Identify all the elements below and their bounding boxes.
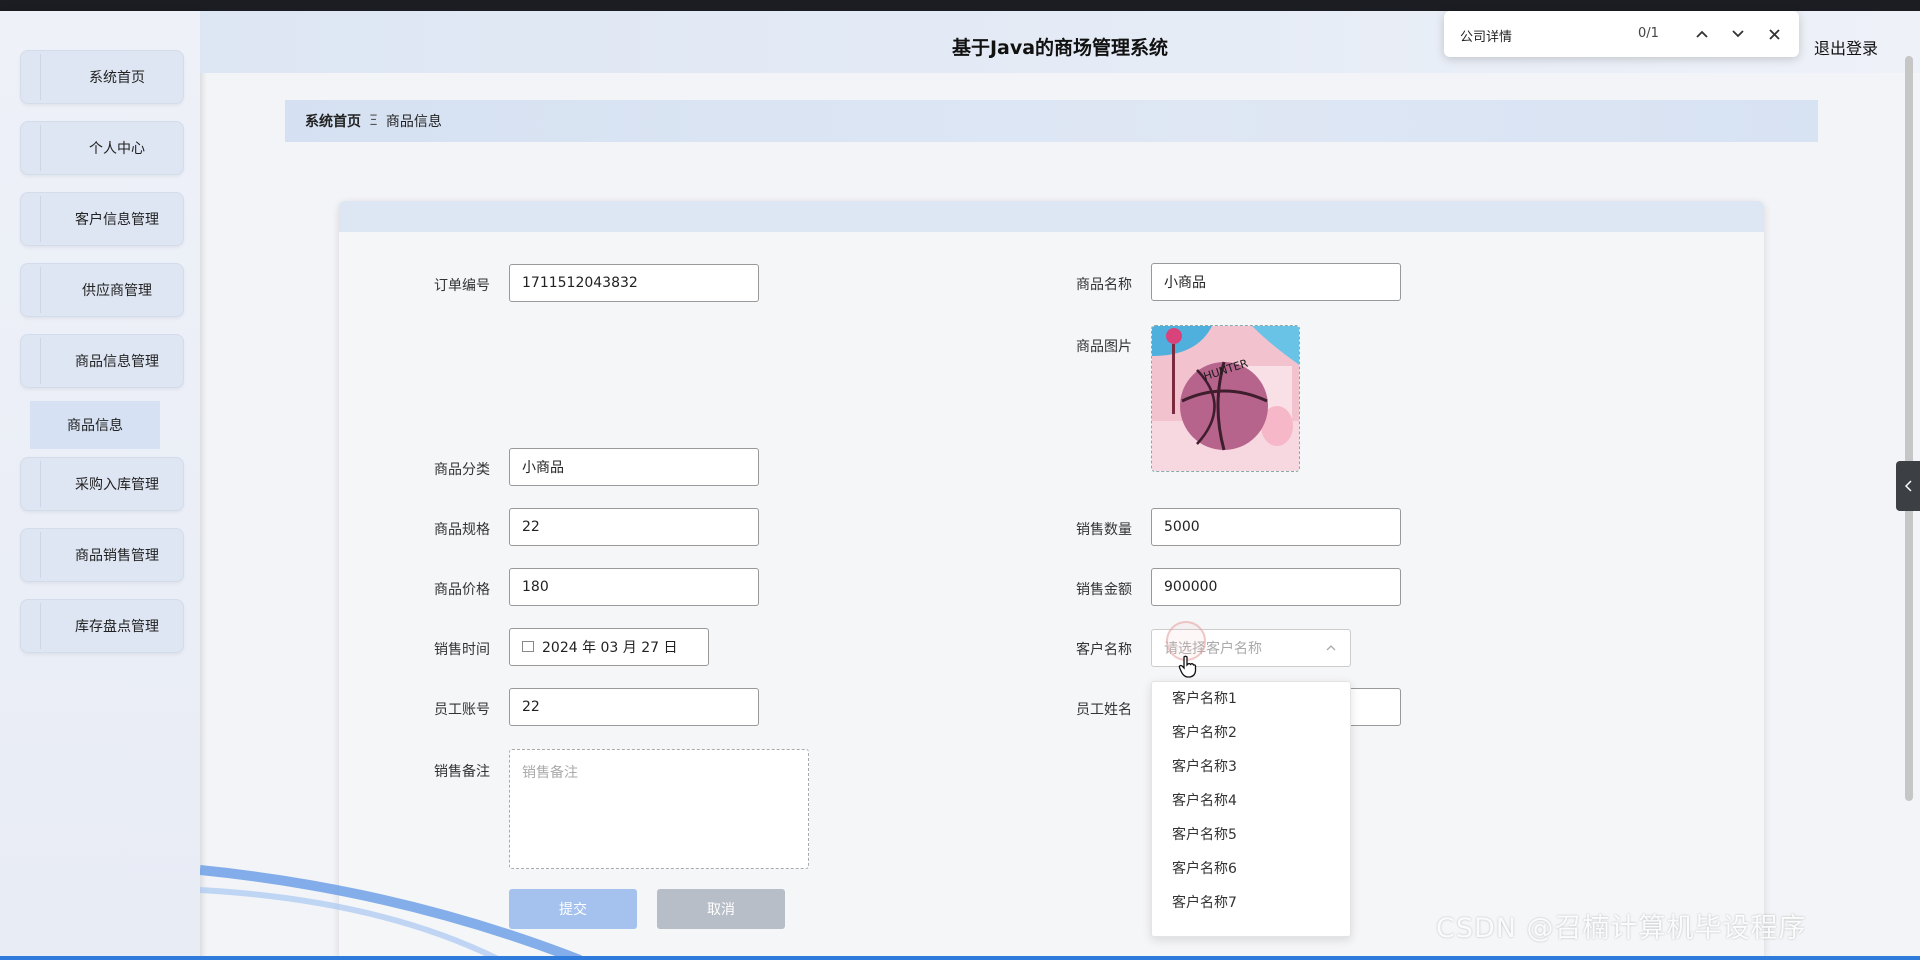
window-top-bar [0,0,1920,11]
bottom-accent-line [0,956,1920,960]
sales-time-label: 销售时间 [434,642,490,658]
sales-time-value: 2024 年 03 月 27 日 [542,640,678,656]
sales-time-picker[interactable]: 2024 年 03 月 27 日 [509,628,709,666]
dropdown-option[interactable]: 客户名称2 [1152,716,1350,750]
price-input[interactable]: 180 [509,568,759,606]
sidebar: 系统首页 个人中心 客户信息管理 供应商管理 商品信息管理 商品信息 采购入库管… [0,11,200,960]
remark-textarea[interactable]: 销售备注 [509,749,809,869]
employee-name-label: 员工姓名 [1076,702,1132,718]
logout-link[interactable]: 退出登录 [1814,35,1878,59]
close-icon[interactable] [1762,22,1786,46]
collapse-panel-tab[interactable] [1896,461,1920,511]
breadcrumb-current: 商品信息 [385,114,442,130]
sales-amount-label: 销售金额 [1076,582,1132,598]
sales-qty-label: 销售数量 [1076,522,1132,538]
sidebar-item-label: 采购入库管理 [75,477,159,493]
dropdown-option[interactable]: 客户名称5 [1152,818,1350,852]
dropdown-option[interactable]: 客户名称3 [1152,750,1350,784]
category-label: 商品分类 [434,462,490,478]
category-input[interactable]: 小商品 [509,448,759,486]
order-no-label: 订单编号 [434,278,490,294]
customer-dropdown: 客户名称1 客户名称2 客户名称3 客户名称4 客户名称5 客户名称6 客户名称… [1151,681,1351,937]
sidebar-item-purchase[interactable]: 采购入库管理 [20,457,184,511]
calendar-icon [522,640,534,652]
card-header [339,201,1764,232]
sidebar-item-label: 客户信息管理 [75,212,159,228]
find-match-count: 0/1 [1638,26,1659,41]
chevron-up-icon [1326,640,1336,654]
breadcrumb-separator-icon: Ξ [369,113,378,129]
product-name-input[interactable]: 小商品 [1151,263,1401,301]
sidebar-item-profile[interactable]: 个人中心 [20,121,184,175]
find-input[interactable]: 公司详情 [1460,26,1512,45]
sidebar-item-inventory[interactable]: 库存盘点管理 [20,599,184,653]
price-label: 商品价格 [434,582,490,598]
customer-name-label: 客户名称 [1076,642,1132,658]
sales-amount-input[interactable]: 900000 [1151,568,1401,606]
product-image[interactable]: HUNTER [1151,325,1300,472]
chevron-down-icon[interactable] [1726,22,1750,46]
submit-button[interactable]: 提交 [509,889,637,929]
chevron-left-icon [1904,480,1912,492]
sidebar-item-products[interactable]: 商品信息管理 [20,334,184,388]
sidebar-item-label: 商品信息管理 [75,354,159,370]
dropdown-option[interactable]: 客户名称1 [1152,682,1350,716]
sidebar-item-label: 库存盘点管理 [75,619,159,635]
dropdown-option[interactable]: 客户名称6 [1152,852,1350,886]
product-name-label: 商品名称 [1076,277,1132,293]
sidebar-item-label: 个人中心 [89,141,145,157]
employee-account-input[interactable]: 22 [509,688,759,726]
dropdown-option[interactable]: 客户名称7 [1152,886,1350,920]
order-no-input[interactable]: 1711512043832 [509,264,759,302]
sidebar-item-label: 系统首页 [89,70,145,86]
breadcrumb: 系统首页 Ξ 商品信息 [285,100,1818,142]
sidebar-item-home[interactable]: 系统首页 [20,50,184,104]
sidebar-item-label: 供应商管理 [82,283,152,299]
cancel-button[interactable]: 取消 [657,889,785,929]
sidebar-item-sales[interactable]: 商品销售管理 [20,528,184,582]
spec-label: 商品规格 [434,522,490,538]
find-bar: 公司详情 0/1 [1444,11,1799,57]
remark-label: 销售备注 [434,764,490,780]
watermark: CSDN @召楠计算机毕设程序 [1436,913,1807,944]
breadcrumb-home[interactable]: 系统首页 [305,111,361,131]
sales-qty-input[interactable]: 5000 [1151,508,1401,546]
dropdown-option[interactable]: 客户名称4 [1152,784,1350,818]
sidebar-subitem-product-info[interactable]: 商品信息 [30,401,160,449]
sidebar-item-suppliers[interactable]: 供应商管理 [20,263,184,317]
sidebar-item-label: 商品销售管理 [75,548,159,564]
product-image-label: 商品图片 [1076,339,1132,355]
spec-input[interactable]: 22 [509,508,759,546]
page-scrollbar[interactable] [1905,56,1913,801]
sidebar-item-customers[interactable]: 客户信息管理 [20,192,184,246]
chevron-up-icon[interactable] [1690,22,1714,46]
employee-account-label: 员工账号 [434,702,490,718]
